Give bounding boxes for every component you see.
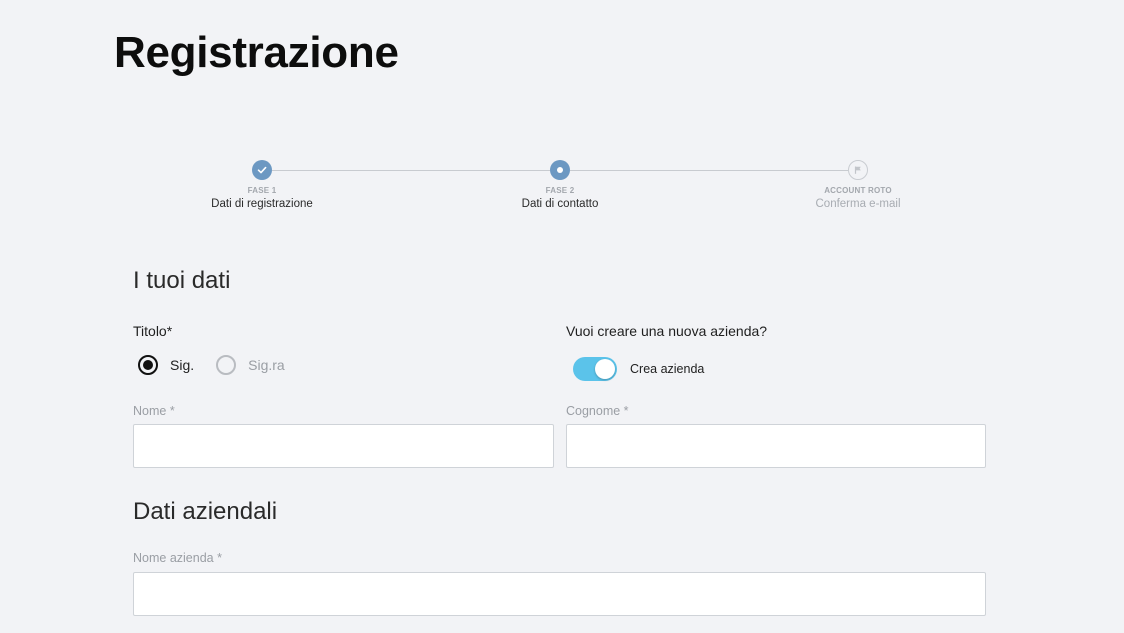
create-company-label: Crea azienda bbox=[630, 362, 705, 376]
last-name-input[interactable] bbox=[566, 424, 986, 468]
progress-stepper: FASE 1 Dati di registrazione FASE 2 Dati… bbox=[0, 160, 1124, 230]
title-label: Titolo* bbox=[133, 323, 173, 339]
create-company-toggle[interactable] bbox=[573, 357, 617, 381]
title-radio-group: Sig. Sig.ra bbox=[138, 355, 307, 375]
step-3-phase: ACCOUNT ROTO bbox=[824, 186, 892, 195]
company-name-label: Nome azienda * bbox=[133, 551, 222, 565]
radio-sig[interactable]: Sig. bbox=[138, 355, 194, 375]
last-name-label: Cognome * bbox=[566, 404, 629, 418]
step-1-label: Dati di registrazione bbox=[211, 198, 313, 210]
step-3-label: Conferma e-mail bbox=[815, 198, 901, 210]
section-title-personal: I tuoi dati bbox=[133, 267, 231, 294]
company-name-input[interactable] bbox=[133, 572, 986, 616]
toggle-knob bbox=[595, 359, 615, 379]
radio-sig-label: Sig. bbox=[170, 357, 195, 373]
radio-unchecked-icon bbox=[216, 355, 237, 375]
company-question: Vuoi creare una nuova azienda? bbox=[566, 323, 768, 339]
section-title-company: Dati aziendali bbox=[133, 498, 278, 525]
first-name-input[interactable] bbox=[133, 424, 554, 468]
step-2-phase: FASE 2 bbox=[545, 186, 575, 195]
step-3: ACCOUNT ROTO Conferma e-mail bbox=[758, 160, 958, 210]
radio-sigra[interactable]: Sig.ra bbox=[216, 355, 285, 375]
step-1-phase: FASE 1 bbox=[247, 186, 277, 195]
step-2: FASE 2 Dati di contatto bbox=[460, 160, 660, 210]
current-step-dot-icon bbox=[550, 160, 570, 180]
step-1: FASE 1 Dati di registrazione bbox=[162, 160, 362, 210]
check-icon bbox=[252, 160, 272, 180]
page-title: Registrazione bbox=[114, 28, 399, 77]
radio-checked-icon bbox=[138, 355, 158, 375]
create-company-toggle-group: Crea azienda bbox=[573, 357, 704, 381]
radio-sigra-label: Sig.ra bbox=[248, 357, 285, 373]
flag-icon bbox=[848, 160, 868, 180]
step-2-label: Dati di contatto bbox=[521, 198, 599, 210]
first-name-label: Nome * bbox=[133, 404, 175, 418]
